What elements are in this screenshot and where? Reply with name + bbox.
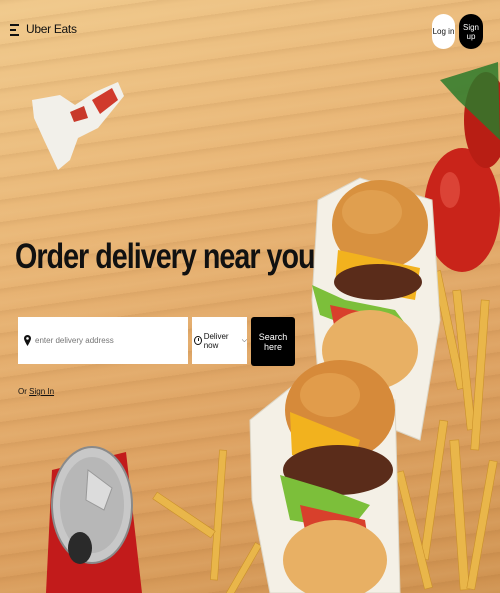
location-pin-icon <box>24 335 31 346</box>
food-illustration <box>32 62 500 593</box>
deliver-time-select[interactable]: Deliver now ⌵ <box>192 317 247 364</box>
signin-row: Or Sign In <box>18 387 54 396</box>
delivery-address-input[interactable] <box>35 336 175 345</box>
burger-bottom-image <box>280 360 395 593</box>
menu-icon[interactable] <box>10 24 19 36</box>
wrapper-image <box>32 82 124 170</box>
signup-button[interactable]: Sign up <box>459 14 483 49</box>
soda-can-image <box>46 446 142 593</box>
uber-eats-logo[interactable]: Uber Eats <box>26 22 77 36</box>
chevron-down-icon: ⌵ <box>241 336 247 344</box>
search-button[interactable]: Search here <box>251 317 295 366</box>
delivery-address-field[interactable] <box>18 317 188 364</box>
clock-icon <box>194 336 202 345</box>
page-title: Order delivery near you <box>15 237 316 276</box>
deliver-time-label: Deliver now <box>203 331 229 350</box>
signin-prefix: Or <box>18 387 27 396</box>
signin-link[interactable]: Sign In <box>29 387 54 396</box>
login-button[interactable]: Log in <box>432 14 455 49</box>
top-header: Uber Eats Log in Sign up <box>0 0 500 62</box>
tomatoes-image <box>424 62 500 272</box>
